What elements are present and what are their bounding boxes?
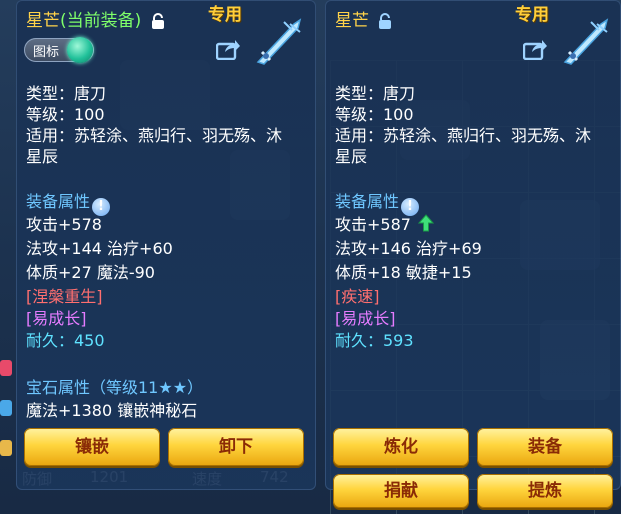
toggle-knob: [67, 37, 93, 63]
special-effect: [易成长]: [335, 309, 396, 328]
attribute-line: 攻击+587: [335, 211, 435, 235]
equip-button[interactable]: 装备: [477, 428, 613, 466]
current-equipment-panel: 星芒(当前装备) 专用 图标 类型：唐刀 等级：100 适用：苏轻涂、燕归行、羽…: [16, 0, 316, 490]
attribute-header-label: 装备属性: [335, 192, 400, 211]
exclusive-tag: 专用: [515, 5, 549, 25]
item-name: 星芒: [335, 11, 369, 31]
durability: 耐久：450: [26, 331, 105, 350]
attribute-header-label: 装备属性: [26, 192, 91, 211]
item-title: 星芒: [335, 6, 392, 31]
item-name: 星芒: [26, 11, 60, 31]
gem-attribute-line: 魔法+1380 镶嵌神秘石: [26, 401, 198, 420]
gem-attribute-header: 宝石属性（等级11★★）: [26, 378, 204, 397]
side-tab-icon[interactable]: [0, 360, 12, 376]
toggle-label: 图标: [33, 45, 60, 60]
item-applicable-cont: 星辰: [26, 147, 59, 166]
side-tab-icon[interactable]: [0, 440, 12, 456]
attribute-line: 体质+18 敏捷+15: [335, 263, 472, 282]
lock-icon[interactable]: [151, 13, 165, 29]
inlay-button[interactable]: 镶嵌: [24, 428, 160, 466]
weapon-icon: [563, 18, 609, 65]
icon-toggle[interactable]: 图标: [24, 37, 94, 63]
upgrade-arrow-icon: [418, 214, 435, 232]
share-icon[interactable]: [216, 38, 240, 60]
special-effect: [疾速]: [335, 287, 380, 306]
item-title: 星芒(当前装备): [26, 6, 165, 31]
special-effect: [涅槃重生]: [26, 287, 103, 306]
item-applicable: 适用：苏轻涂、燕归行、羽无殇、沐: [335, 126, 592, 145]
attribute-line: 法攻+146 治疗+69: [335, 239, 482, 258]
equipped-status: (当前装备): [60, 11, 142, 31]
item-applicable: 适用：苏轻涂、燕归行、羽无殇、沐: [26, 126, 283, 145]
extract-button[interactable]: 提炼: [477, 474, 613, 508]
weapon-icon: [256, 18, 302, 65]
item-applicable-cont: 星辰: [335, 147, 368, 166]
remove-button[interactable]: 卸下: [168, 428, 304, 466]
lock-icon[interactable]: [378, 13, 392, 29]
compare-equipment-panel: 星芒 专用 类型：唐刀 等级：100 适用：苏轻涂、燕归行、羽无殇、沐 星辰 装…: [325, 0, 621, 508]
attribute-line: 法攻+144 治疗+60: [26, 239, 173, 258]
share-icon[interactable]: [523, 38, 547, 60]
refine-button[interactable]: 炼化: [333, 428, 469, 466]
exclusive-tag: 专用: [208, 5, 242, 25]
attribute-value: 攻击+587: [335, 215, 411, 234]
special-effect: [易成长]: [26, 309, 87, 328]
attribute-line: 攻击+578: [26, 215, 102, 234]
side-tab-icon[interactable]: [0, 400, 12, 416]
attribute-line: 体质+27 魔法-90: [26, 263, 155, 282]
donate-button[interactable]: 捐献: [333, 474, 469, 508]
durability: 耐久：593: [335, 331, 414, 350]
